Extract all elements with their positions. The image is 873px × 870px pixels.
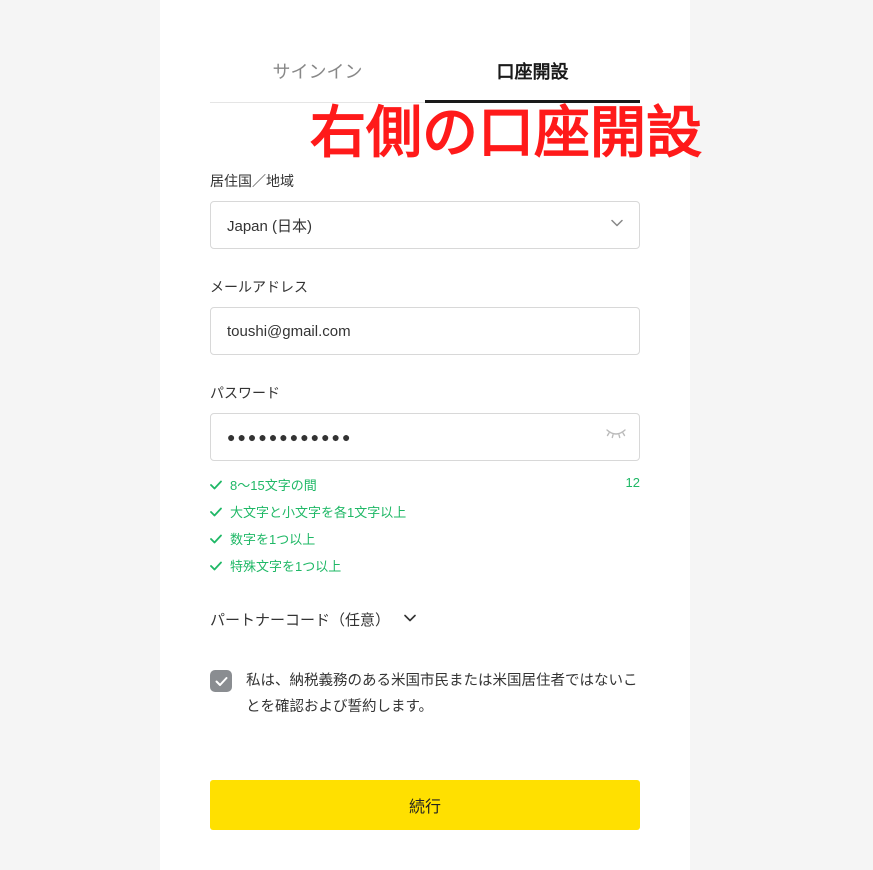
partner-code-label: パートナーコード（任意）	[210, 609, 390, 630]
check-icon	[210, 507, 222, 517]
eye-closed-icon[interactable]	[606, 428, 626, 446]
email-group: メールアドレス	[210, 277, 640, 355]
disclaimer-text: 私は、納税義務のある米国市民または米国居住者ではないことを確認および誓約します。	[246, 668, 640, 720]
tab-signin[interactable]: サインイン	[210, 40, 425, 102]
tab-register-label: 口座開設	[497, 62, 569, 82]
tab-register[interactable]: 口座開設	[425, 40, 640, 102]
auth-tabs: サインイン 口座開設	[210, 0, 640, 103]
country-label: 居住国／地域	[210, 171, 640, 191]
country-group: 居住国／地域 Japan (日本)	[210, 171, 640, 249]
disclaimer-checkbox[interactable]	[210, 670, 232, 692]
password-requirements: 12 8～15文字の間 大文字と小文字を各1文字以上 数字を1つ以上 特殊文字を…	[210, 475, 640, 575]
password-field[interactable]	[210, 413, 640, 461]
disclaimer-row: 私は、納税義務のある米国市民または米国居住者ではないことを確認および誓約します。	[210, 668, 640, 720]
country-select[interactable]: Japan (日本)	[210, 201, 640, 249]
password-req-item: 大文字と小文字を各1文字以上	[210, 502, 640, 521]
chevron-down-icon	[404, 614, 416, 626]
partner-code-toggle[interactable]: パートナーコード（任意）	[210, 609, 640, 630]
password-group: パスワード 12 8～15文字の間 大文字と小文字を各1文字	[210, 383, 640, 575]
chevron-down-icon	[611, 219, 623, 231]
email-label: メールアドレス	[210, 277, 640, 297]
password-req-item: 8～15文字の間	[210, 475, 640, 494]
continue-button-label: 続行	[409, 799, 441, 816]
email-field[interactable]	[210, 307, 640, 355]
password-length-count: 12	[626, 475, 640, 490]
country-value: Japan (日本)	[227, 215, 312, 236]
password-req-item: 特殊文字を1つ以上	[210, 556, 640, 575]
check-icon	[210, 534, 222, 544]
password-req-text: 大文字と小文字を各1文字以上	[230, 502, 406, 521]
password-req-text: 特殊文字を1つ以上	[230, 556, 341, 575]
check-icon	[210, 561, 222, 571]
password-label: パスワード	[210, 383, 640, 403]
register-form: サインイン 口座開設 居住国／地域 Japan (日本) メールアドレス パスワ…	[160, 0, 690, 870]
password-req-item: 数字を1つ以上	[210, 529, 640, 548]
continue-button[interactable]: 続行	[210, 780, 640, 830]
password-req-text: 数字を1つ以上	[230, 529, 315, 548]
check-icon	[210, 480, 222, 490]
password-req-text: 8～15文字の間	[230, 475, 317, 494]
tab-signin-label: サインイン	[273, 62, 363, 82]
